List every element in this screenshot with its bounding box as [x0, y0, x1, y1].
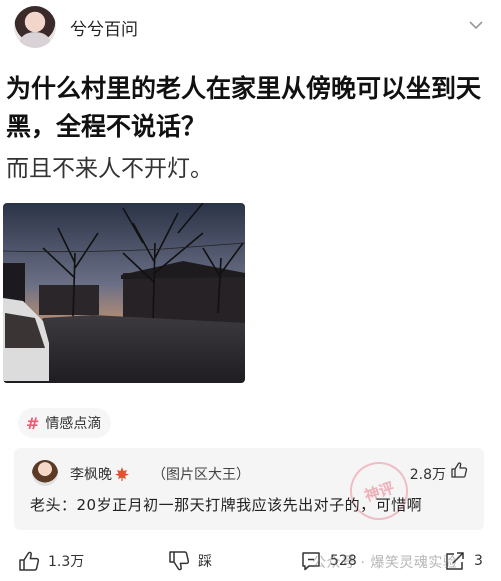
post-header: 兮兮百问	[0, 0, 501, 56]
dislike-label: 踩	[198, 554, 212, 570]
maple-leaf-icon	[115, 467, 129, 481]
watermark-text: 公众号 · 爆笑灵魂实验	[312, 555, 458, 571]
comment-text: 老头：20岁正月初一那天打牌我应该先出对子的，可惜啊	[30, 496, 423, 514]
like-count: 1.3万	[48, 554, 85, 570]
topic-label: 情感点滴	[45, 416, 102, 432]
post-title: 为什么村里的老人在家里从傍晚可以坐到天黑，全程不说话？	[6, 74, 482, 141]
share-count: 3	[474, 553, 483, 569]
chevron-down-icon[interactable]	[469, 18, 483, 32]
top-comment[interactable]: 李枫晚 （图片区大王） 神评 2.8万 老头：20岁正月初一那天打牌我应该先出对…	[14, 448, 484, 530]
topic-tag[interactable]: # 情感点滴	[18, 408, 112, 438]
dislike-button[interactable]: 踩	[168, 548, 212, 574]
post-photo[interactable]	[3, 203, 245, 383]
like-button[interactable]: 1.3万	[18, 548, 84, 574]
hot-comment-stamp: 神评	[342, 454, 416, 528]
hashtag-icon: #	[26, 413, 40, 433]
commenter-avatar[interactable]	[32, 460, 58, 486]
post-subtitle: 而且不来人不开灯。	[6, 156, 213, 182]
thumbs-up-icon[interactable]	[450, 461, 468, 479]
thumbs-up-icon	[19, 551, 40, 571]
thumbs-down-icon	[169, 551, 190, 571]
author-name[interactable]: 兮兮百问	[70, 15, 138, 40]
comment-like-count: 2.8万	[409, 467, 446, 483]
village-dusk-image	[3, 203, 245, 383]
commenter-name[interactable]: 李枫晚	[70, 464, 129, 484]
commenter-badge: （图片区大王）	[152, 467, 250, 483]
author-avatar[interactable]	[14, 6, 56, 48]
commenter-name-text: 李枫晚	[70, 467, 112, 483]
